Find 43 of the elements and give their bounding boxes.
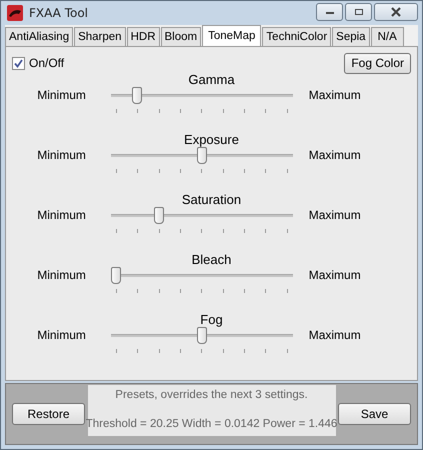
minimize-button[interactable] [316,3,343,21]
close-button[interactable] [374,3,418,21]
checkbox[interactable] [12,56,25,70]
window-title: FXAA Tool [29,6,88,20]
app-icon [7,5,23,21]
minimum-label: Minimum [36,267,86,282]
tab[interactable]: Sepia [332,27,370,46]
fog-color-button[interactable]: Fog Color [344,52,411,74]
maximum-label: Maximum [308,147,362,162]
slider-thumb[interactable] [196,327,207,344]
maximum-label: Maximum [308,327,362,342]
slider-title: Fog [200,312,223,327]
restore-button[interactable]: Restore [12,403,85,425]
maximum-label: Maximum [308,207,362,222]
maximum-label: Maximum [308,267,362,282]
save-button[interactable]: Save [338,403,411,425]
minimum-label: Minimum [36,147,86,162]
tab[interactable]: Bloom [160,27,202,46]
presets-values: Threshold = 20.25 Width = 0.0142 Power = 1.446 [86,418,338,430]
maximum-label: Maximum [308,87,362,102]
slider-thumb[interactable] [196,147,207,164]
tab[interactable]: ToneMap [202,25,262,46]
tab[interactable]: HDR [126,27,160,46]
slider-thumb[interactable] [110,267,121,284]
tab[interactable]: AntiAliasing [5,27,74,46]
tab[interactable]: TechniColor [262,27,332,46]
minimum-label: Minimum [36,327,86,342]
minimum-label: Minimum [36,207,86,222]
slider-thumb[interactable] [154,207,164,224]
slider-thumb[interactable] [132,87,142,104]
maximize-icon [354,8,364,16]
slider-title: Gamma [188,72,235,87]
slider-title: Exposure [184,132,239,147]
minimum-label: Minimum [36,87,86,102]
presets-note: Presets, overrides the next 3 settings. [115,389,308,401]
minimize-icon [324,9,334,15]
close-icon [390,7,402,17]
tab[interactable]: Sharpen [74,27,126,46]
tab[interactable]: N/A [370,27,404,46]
maximize-button[interactable] [345,3,372,21]
slider-title: Saturation [182,192,242,207]
slider-title: Bleach [192,252,232,267]
checkbox-label: On/Off [29,56,64,70]
